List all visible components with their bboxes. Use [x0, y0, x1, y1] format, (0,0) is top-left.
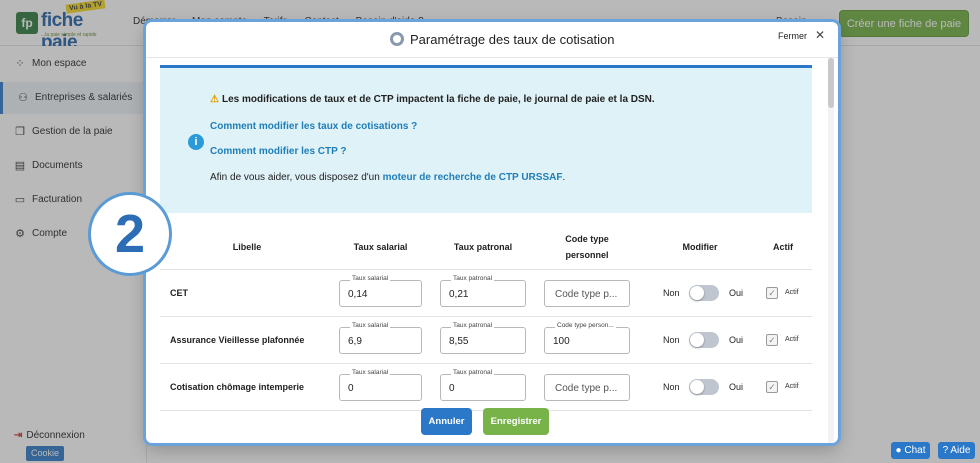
field-placeholder: Code type p...	[555, 383, 618, 394]
field-label: Taux salarial	[350, 275, 391, 282]
toggle-knob	[690, 380, 704, 394]
code-type-input[interactable]: Code type p...	[544, 280, 630, 307]
gear-icon	[390, 32, 404, 46]
help-text-prefix: Afin de vous aider, vous disposez d'un	[210, 172, 380, 183]
row-label: Cotisation chômage intemperie	[170, 382, 305, 392]
column-code-type-line2: personnel	[565, 250, 609, 260]
help-link-taux[interactable]: Comment modifier les taux de cotisations…	[210, 121, 417, 132]
field-label: Taux patronal	[451, 275, 495, 282]
help-label: Aide	[950, 445, 971, 456]
field-label: Code type person...	[555, 322, 616, 329]
taux-salarial-input[interactable]: Taux salarial 0,14	[339, 275, 422, 307]
field-placeholder: Code type p...	[555, 289, 618, 300]
save-button[interactable]: Enregistrer	[483, 408, 549, 435]
row-label: CET	[170, 288, 188, 298]
modifier-toggle[interactable]	[689, 332, 719, 348]
toggle-off-label: Non	[663, 335, 680, 345]
toggle-off-label: Non	[663, 288, 680, 298]
code-type-input[interactable]: Code type p...	[544, 374, 630, 401]
chat-label: Chat	[904, 445, 926, 456]
close-icon[interactable]: ✕	[815, 28, 825, 42]
table-row: Cotisation chômage intemperie Taux salar…	[160, 364, 812, 411]
field-value: 100	[553, 336, 570, 347]
toggle-off-label: Non	[663, 382, 680, 392]
field-value: 0	[449, 383, 455, 394]
help-icon: ?	[942, 445, 949, 456]
table-row: CET Taux salarial 0,14 Taux patronal 0,2…	[160, 270, 812, 317]
row-label: Assurance Vieillesse plafonnée	[170, 335, 305, 345]
modal-header: Paramétrage des taux de cotisation Ferme…	[146, 22, 838, 58]
code-type-input[interactable]: Code type person... 100	[544, 322, 630, 354]
modal-title-text: Paramétrage des taux de cotisation	[410, 32, 615, 47]
toggle-knob	[690, 333, 704, 347]
ctp-search-link[interactable]: moteur de recherche de CTP URSSAF	[383, 172, 563, 183]
actif-label: Actif	[785, 336, 799, 343]
field-value: 0,21	[449, 289, 469, 300]
field-label: Taux salarial	[350, 369, 391, 376]
help-link-ctp[interactable]: Comment modifier les CTP ?	[210, 146, 347, 157]
column-taux-salarial: Taux salarial	[353, 242, 408, 252]
taux-salarial-input[interactable]: Taux salarial 0	[339, 369, 422, 401]
taux-patronal-input[interactable]: Taux patronal 8,55	[440, 322, 526, 354]
chat-icon: ●	[895, 445, 902, 456]
info-box: i ⚠ Les modifications de taux et de CTP i…	[160, 65, 812, 213]
column-modifier: Modifier	[682, 242, 718, 252]
settings-modal: Paramétrage des taux de cotisation Ferme…	[146, 22, 838, 443]
cancel-button[interactable]: Annuler	[421, 408, 472, 435]
help-button[interactable]: ? Aide	[938, 442, 975, 459]
help-text-suffix: .	[562, 172, 566, 183]
toggle-knob	[690, 286, 704, 300]
step-number-badge: 2	[88, 192, 172, 276]
warning-text: Les modifications de taux et de CTP impa…	[221, 94, 655, 105]
actif-label: Actif	[785, 289, 799, 296]
modifier-toggle[interactable]	[689, 285, 719, 301]
info-icon: i	[188, 134, 204, 150]
field-value: 0	[348, 383, 354, 394]
taux-patronal-input[interactable]: Taux patronal 0,21	[440, 275, 526, 307]
column-taux-patronal: Taux patronal	[453, 242, 513, 252]
taux-salarial-input[interactable]: Taux salarial 6,9	[339, 322, 422, 354]
column-actif: Actif	[773, 242, 793, 252]
modal-title: Paramétrage des taux de cotisation	[390, 32, 615, 47]
field-value: 0,14	[348, 289, 368, 300]
actif-checkbox[interactable]: ✓	[766, 381, 778, 393]
table-header: Libelle Taux salarial Taux patronal Code…	[160, 224, 812, 270]
warning-message: ⚠ Les modifications de taux et de CTP imp…	[210, 94, 655, 105]
field-label: Taux patronal	[451, 322, 495, 329]
column-code-type: Code type	[565, 234, 609, 244]
column-libelle: Libelle	[232, 242, 262, 252]
modifier-toggle[interactable]	[689, 379, 719, 395]
field-value: 6,9	[348, 336, 362, 347]
table-row: Assurance Vieillesse plafonnée Taux sala…	[160, 317, 812, 364]
toggle-on-label: Oui	[729, 288, 744, 298]
toggle-on-label: Oui	[729, 382, 744, 392]
actif-checkbox[interactable]: ✓	[766, 287, 778, 299]
close-button[interactable]: Fermer	[778, 31, 807, 41]
warning-icon: ⚠	[210, 94, 219, 105]
modal-scrollbar[interactable]	[828, 58, 834, 443]
taux-patronal-input[interactable]: Taux patronal 0	[440, 369, 526, 401]
actif-label: Actif	[785, 383, 799, 390]
field-label: Taux salarial	[350, 322, 391, 329]
chat-button[interactable]: ● Chat	[891, 442, 930, 459]
toggle-on-label: Oui	[729, 335, 744, 345]
field-value: 8,55	[449, 336, 469, 347]
scrollbar-thumb[interactable]	[828, 58, 834, 108]
actif-checkbox[interactable]: ✓	[766, 334, 778, 346]
field-label: Taux patronal	[451, 369, 495, 376]
help-text: Afin de vous aider, vous disposez d'un m…	[210, 172, 565, 183]
